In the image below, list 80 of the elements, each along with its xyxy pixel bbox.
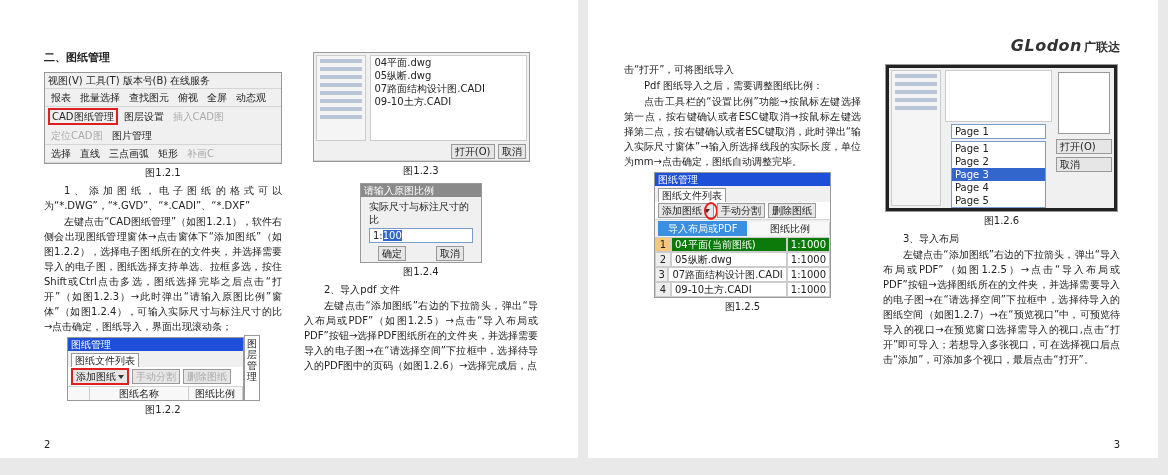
toolbar-button[interactable]: 矩形 [155,146,181,161]
page-option[interactable]: Page 4 [952,181,1045,194]
field-label: 实际尺寸与标注尺寸的比 [368,200,470,226]
panel-title-bar: 图纸管理 [67,338,243,351]
page-option[interactable]: Page 2 [952,155,1045,168]
brand-name: 广联达 [1084,39,1120,56]
figure-caption: 图1.2.3 [402,164,440,178]
toolbar-button[interactable]: 三点画弧 [106,146,152,161]
page-number: 3 [1113,439,1120,450]
drawing-name[interactable]: 05纵断.dwg [671,252,787,267]
dialog-button[interactable]: 取消 [436,246,465,261]
menu-item[interactable]: 版本号(B) [122,74,168,87]
panel-button[interactable]: 删除图纸 [768,203,816,218]
page-select[interactable]: Page 1 [951,124,1046,139]
row-number: 3 [655,267,669,282]
dialog-button[interactable]: 确定 [377,246,406,261]
body-paragraph: 1、添加图纸，电子图纸的格式可以为“*.DWG”，“*.GVD”、“*.CADI”、“*.DXF” [44,184,282,213]
body-paragraph: 点击工具栏的“设置比例”功能→按鼠标左键选择第一点，按右键确认或者ESC键取消→按鼠标左键选择第二点，按右键确认或者ESC键取消，此时弹出“输入实际尺寸窗体”→输入所选择线段的实际长度，单位为mm→点击确定，图纸自动调整完毕。 [624,95,861,169]
body-paragraph: 左键点击“添加图纸”右边的下拉箭头，弹出“导入布局或PDF”（如图1.2.5）→点击“导入布局或PDF”按钮→选择PDF图纸所在的文件夹，并选择需要导入的电子图→在“请选择空间”下拉框中，选择待导入的PDF图中的页码（如图1.2.6）→选择完成后，点 [304,299,538,373]
dialog-button[interactable]: 打开(O) [450,144,495,159]
toolbar-button[interactable]: CAD图纸管理 [48,108,118,125]
file-name[interactable]: 04平面.dwg [370,56,526,69]
drawing-name[interactable]: 09-10土方.CADI [671,282,787,297]
toolbar-button[interactable]: 选择 [48,146,74,161]
toolbar-button[interactable]: 图片管理 [108,128,155,143]
file-name[interactable]: 05纵断.dwg [370,69,526,82]
dialog-title-bar: 请输入原图比例 [361,184,481,197]
drawing-scale: 1:1000 [786,252,830,267]
figure-caption: 图1.2.1 [144,166,182,180]
body-paragraph: Pdf 图纸导入之后，需要调整图纸比例： [643,79,825,93]
column-header: 图纸比例 [188,387,243,400]
drawing-scale: 1:1000 [786,267,830,282]
panel-tab[interactable]: 图纸文件列表 [70,353,139,367]
panel-button[interactable]: 手动分割 [717,203,765,218]
dialog-button[interactable]: 取消 [1056,157,1112,172]
row-number: 2 [655,252,671,267]
drawing-name[interactable]: 07路面结构设计图.CADI [668,267,787,282]
page-option[interactable]: Page 5 [952,194,1045,207]
toolbar-button[interactable]: 动态观 [233,90,269,105]
dialog-button[interactable]: 打开(O) [1056,139,1112,154]
drawing-scale: 1:1000 [786,282,830,297]
page-number: 2 [44,439,51,450]
figure-caption: 图1.2.5 [723,300,762,314]
section-heading: 二、图纸管理 [44,50,111,65]
panel-title-bar: 图纸管理 [655,173,830,186]
row-number: 4 [655,282,671,297]
menu-item[interactable]: 在线服务 [170,74,211,87]
panel-button[interactable]: 添加图纸 [70,368,129,385]
file-name[interactable]: 09-10土方.CADI [370,95,526,108]
body-paragraph: 左键点击“添加图纸”右边的下拉箭头，弹出“导入布局或PDF”（如图1.2.5）→点击“导入布局或PDF”按钮→选择图纸所在的文件夹，并选择需要导入的电子图→在“请选择空间”下拉框中，选择待导入的图纸空间（如图1.2.7）→在“预览视口”中，可预览待导入的视口→在预览窗口选择需导入的视口,点击“打开”即可导入；若想导入多张视口，可在选择视口后点击“添加”，可添加多个视口，最后点击“打开”。 [883,248,1120,367]
page-option[interactable]: Page 1 [952,142,1045,155]
toolbar-button[interactable]: 图层设置 [120,109,167,124]
panel-button[interactable]: 添加图纸 [658,203,714,218]
toolbar-button[interactable]: 直线 [77,146,103,161]
drawing-name[interactable]: 04平面(当前图纸) [671,237,787,252]
column-header: 图纸比例 [750,222,830,235]
toolbar-button[interactable]: 俯视 [175,90,201,105]
scale-field[interactable]: 1:100 [369,228,473,243]
body-paragraph: 3、导入布局 [902,232,961,246]
toolbar-button[interactable]: 批量选择 [77,90,123,105]
panel-tab[interactable]: 图纸文件列表 [658,188,726,202]
menu-item[interactable]: 工具(T) [85,74,120,87]
body-paragraph: 2、导入pdf 文件 [323,283,401,297]
toolbar-button[interactable]: 查找图元 [126,90,172,105]
body-paragraph: 左键点击“CAD图纸管理”（如图1.2.1），软件右侧会出现图纸管理窗体→点击窗体下“添加图纸”（如图1.2.2），选择电子图纸所在的文件夹，并选择需要导入的电子图，图纸选择支持单选、拉框多选，按住Shift或Ctrl点击多选，图纸选择完毕之后点击“打开”（如图1.2.3）→此时弹出“请输入原图比例”窗体”（如图1.2.4），可输入实际尺寸与标注尺寸的比→点击确定，图纸导入，界面出现滚动条； [44,215,282,334]
figure-caption: 图1.2.2 [144,403,182,417]
file-name[interactable]: 07路面结构设计图.CADI [370,82,526,95]
figure-caption: 图1.2.6 [982,214,1021,228]
toolbar-button[interactable]: 全屏 [204,90,230,105]
dialog-button[interactable]: 取消 [497,144,526,159]
brand-logo: GLodon [1010,36,1082,55]
column-header: 图纸名称 [89,387,189,400]
page-option[interactable]: Page 3 [952,168,1045,181]
drawing-scale: 1:1000 [786,237,830,252]
row-number: 1 [655,237,671,252]
figure-caption: 图1.2.4 [402,265,440,279]
menu-item[interactable]: 视图(V) [48,74,83,87]
preview-pane [1058,72,1110,134]
toolbar-button[interactable]: 报表 [48,90,74,105]
body-paragraph: 击“打开”，可将图纸导入 [624,63,736,77]
